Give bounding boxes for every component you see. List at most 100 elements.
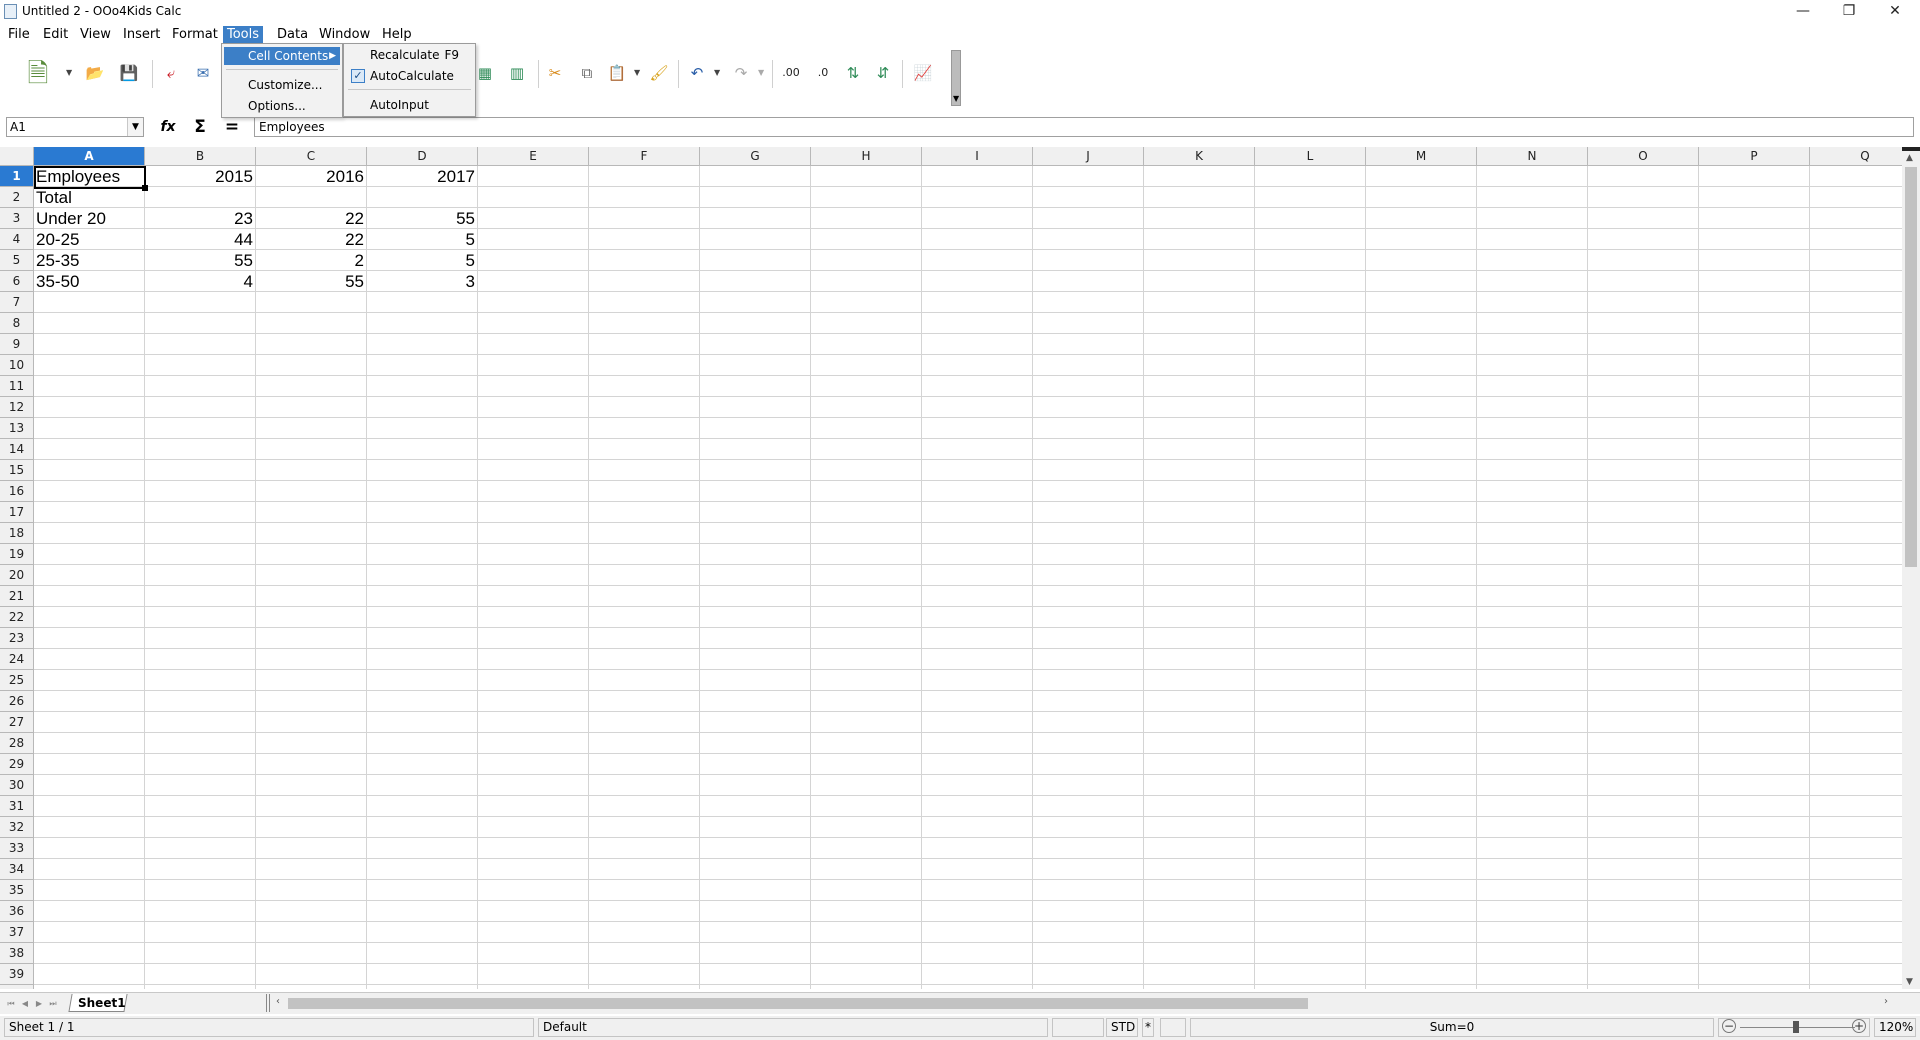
cell-d1[interactable]: 2017: [367, 166, 477, 187]
sum-icon[interactable]: Σ: [188, 117, 212, 137]
row-header-31[interactable]: 31: [0, 796, 34, 817]
insert-rows-icon[interactable]: ▦: [474, 62, 496, 84]
row-header-19[interactable]: 19: [0, 544, 34, 565]
column-header-p[interactable]: P: [1699, 147, 1810, 166]
name-box[interactable]: A1 ▼: [6, 117, 144, 137]
minimize-button[interactable]: —: [1780, 0, 1826, 22]
menu-insert[interactable]: Insert: [119, 26, 164, 44]
zoom-percentage[interactable]: 120%: [1874, 1018, 1916, 1037]
cell-d5[interactable]: 5: [367, 250, 477, 271]
restore-button[interactable]: ❐: [1826, 0, 1872, 22]
row-header-16[interactable]: 16: [0, 481, 34, 502]
menu-view[interactable]: View: [76, 26, 115, 44]
cell-c1[interactable]: 2016: [256, 166, 366, 187]
row-header-4[interactable]: 4: [0, 229, 34, 250]
cell-c6[interactable]: 55: [256, 271, 366, 292]
cell-a5[interactable]: 25-35: [34, 250, 144, 271]
row-header-8[interactable]: 8: [0, 313, 34, 334]
row-header-1[interactable]: 1: [0, 166, 34, 187]
zoom-slider-knob[interactable]: [1793, 1021, 1799, 1033]
row-header-30[interactable]: 30: [0, 775, 34, 796]
redo-icon[interactable]: ↷: [730, 62, 752, 84]
row-header-36[interactable]: 36: [0, 901, 34, 922]
paste-icon[interactable]: 📋: [606, 62, 628, 84]
undo-icon[interactable]: ↶: [686, 62, 708, 84]
paste-dropdown-arrow-icon[interactable]: ▼: [634, 68, 640, 77]
menu-data[interactable]: Data: [273, 26, 312, 44]
row-header-5[interactable]: 5: [0, 250, 34, 271]
clone-formatting-icon[interactable]: 🖌: [648, 62, 670, 84]
row-header-32[interactable]: 32: [0, 817, 34, 838]
horizontal-scroll-thumb[interactable]: [288, 998, 1308, 1009]
menu-tools[interactable]: Tools: [223, 26, 264, 44]
column-header-e[interactable]: E: [478, 147, 589, 166]
scroll-down-icon[interactable]: ▼: [1906, 977, 1913, 987]
cell-c3[interactable]: 22: [256, 208, 366, 229]
spreadsheet-grid[interactable]: ABCDEFGHIJKLMNOPQ 1 2 3 4 5 6 7 8 9 10 11 12 13 14 15 1…: [0, 147, 1904, 989]
add-decimal-icon[interactable]: .00: [780, 62, 802, 84]
sort-ascending-icon[interactable]: ⇅: [842, 62, 864, 84]
column-header-f[interactable]: F: [589, 147, 700, 166]
autofill-handle[interactable]: [142, 185, 148, 191]
close-button[interactable]: ✕: [1872, 0, 1918, 22]
row-header-6[interactable]: 6: [0, 271, 34, 292]
last-sheet-icon[interactable]: ⏭: [48, 998, 58, 1010]
row-header-25[interactable]: 25: [0, 670, 34, 691]
sum-display[interactable]: Sum=0: [1190, 1018, 1714, 1037]
first-sheet-icon[interactable]: ⏮: [6, 998, 16, 1010]
row-header-39[interactable]: 39: [0, 964, 34, 985]
undo-dropdown-arrow-icon[interactable]: ▼: [714, 68, 720, 77]
row-header-28[interactable]: 28: [0, 733, 34, 754]
row-header-33[interactable]: 33: [0, 838, 34, 859]
cell-b5[interactable]: 55: [145, 250, 255, 271]
menu-format[interactable]: Format: [168, 26, 222, 44]
cell-d6[interactable]: 3: [367, 271, 477, 292]
cell-b1[interactable]: 2015: [145, 166, 255, 187]
menu-item-autoinput[interactable]: AutoInput: [346, 96, 473, 114]
cell-d3[interactable]: 55: [367, 208, 477, 229]
horizontal-scrollbar[interactable]: ‹ ›: [272, 995, 1904, 1011]
menu-item-customize[interactable]: Customize...: [224, 76, 322, 94]
cell-b2[interactable]: [145, 187, 255, 208]
export-pdf-icon[interactable]: ⤶: [160, 62, 182, 84]
chart-icon[interactable]: 📈: [912, 62, 934, 84]
save-icon[interactable]: 💾: [118, 62, 140, 84]
column-header-a[interactable]: A: [34, 147, 145, 166]
new-document-icon[interactable]: 🗎: [18, 58, 58, 90]
menu-file[interactable]: File: [4, 26, 34, 44]
column-header-m[interactable]: M: [1366, 147, 1477, 166]
email-icon[interactable]: ✉: [192, 62, 214, 84]
row-header-34[interactable]: 34: [0, 859, 34, 880]
prev-sheet-icon[interactable]: ◀: [20, 998, 30, 1010]
row-header-10[interactable]: 10: [0, 355, 34, 376]
vertical-split-handle[interactable]: [1902, 147, 1920, 151]
new-dropdown-arrow-icon[interactable]: ▼: [66, 68, 72, 77]
sheet-tab-label[interactable]: Sheet1: [78, 996, 126, 1010]
column-header-b[interactable]: B: [145, 147, 256, 166]
scroll-left-icon[interactable]: ‹: [276, 996, 280, 1007]
next-sheet-icon[interactable]: ▶: [34, 998, 44, 1010]
row-header-37[interactable]: 37: [0, 922, 34, 943]
cell-d4[interactable]: 5: [367, 229, 477, 250]
vertical-scrollbar[interactable]: ▲ ▼: [1902, 147, 1920, 989]
column-header-c[interactable]: C: [256, 147, 367, 166]
row-header-12[interactable]: 12: [0, 397, 34, 418]
row-header-23[interactable]: 23: [0, 628, 34, 649]
row-header-11[interactable]: 11: [0, 376, 34, 397]
menu-item-options[interactable]: Options...: [224, 97, 306, 115]
cell-b6[interactable]: 4: [145, 271, 255, 292]
select-all-corner[interactable]: [0, 147, 34, 166]
row-header-14[interactable]: 14: [0, 439, 34, 460]
row-header-35[interactable]: 35: [0, 880, 34, 901]
row-header-22[interactable]: 22: [0, 607, 34, 628]
tab-area-resize-handle[interactable]: [266, 994, 270, 1012]
column-header-d[interactable]: D: [367, 147, 478, 166]
selection-mode[interactable]: STD: [1106, 1018, 1138, 1037]
column-header-h[interactable]: H: [811, 147, 922, 166]
column-header-o[interactable]: O: [1588, 147, 1699, 166]
menu-help[interactable]: Help: [378, 26, 416, 44]
scroll-up-icon[interactable]: ▲: [1906, 153, 1913, 163]
row-header-38[interactable]: 38: [0, 943, 34, 964]
row-header-21[interactable]: 21: [0, 586, 34, 607]
copy-icon[interactable]: ⧉: [576, 62, 598, 84]
